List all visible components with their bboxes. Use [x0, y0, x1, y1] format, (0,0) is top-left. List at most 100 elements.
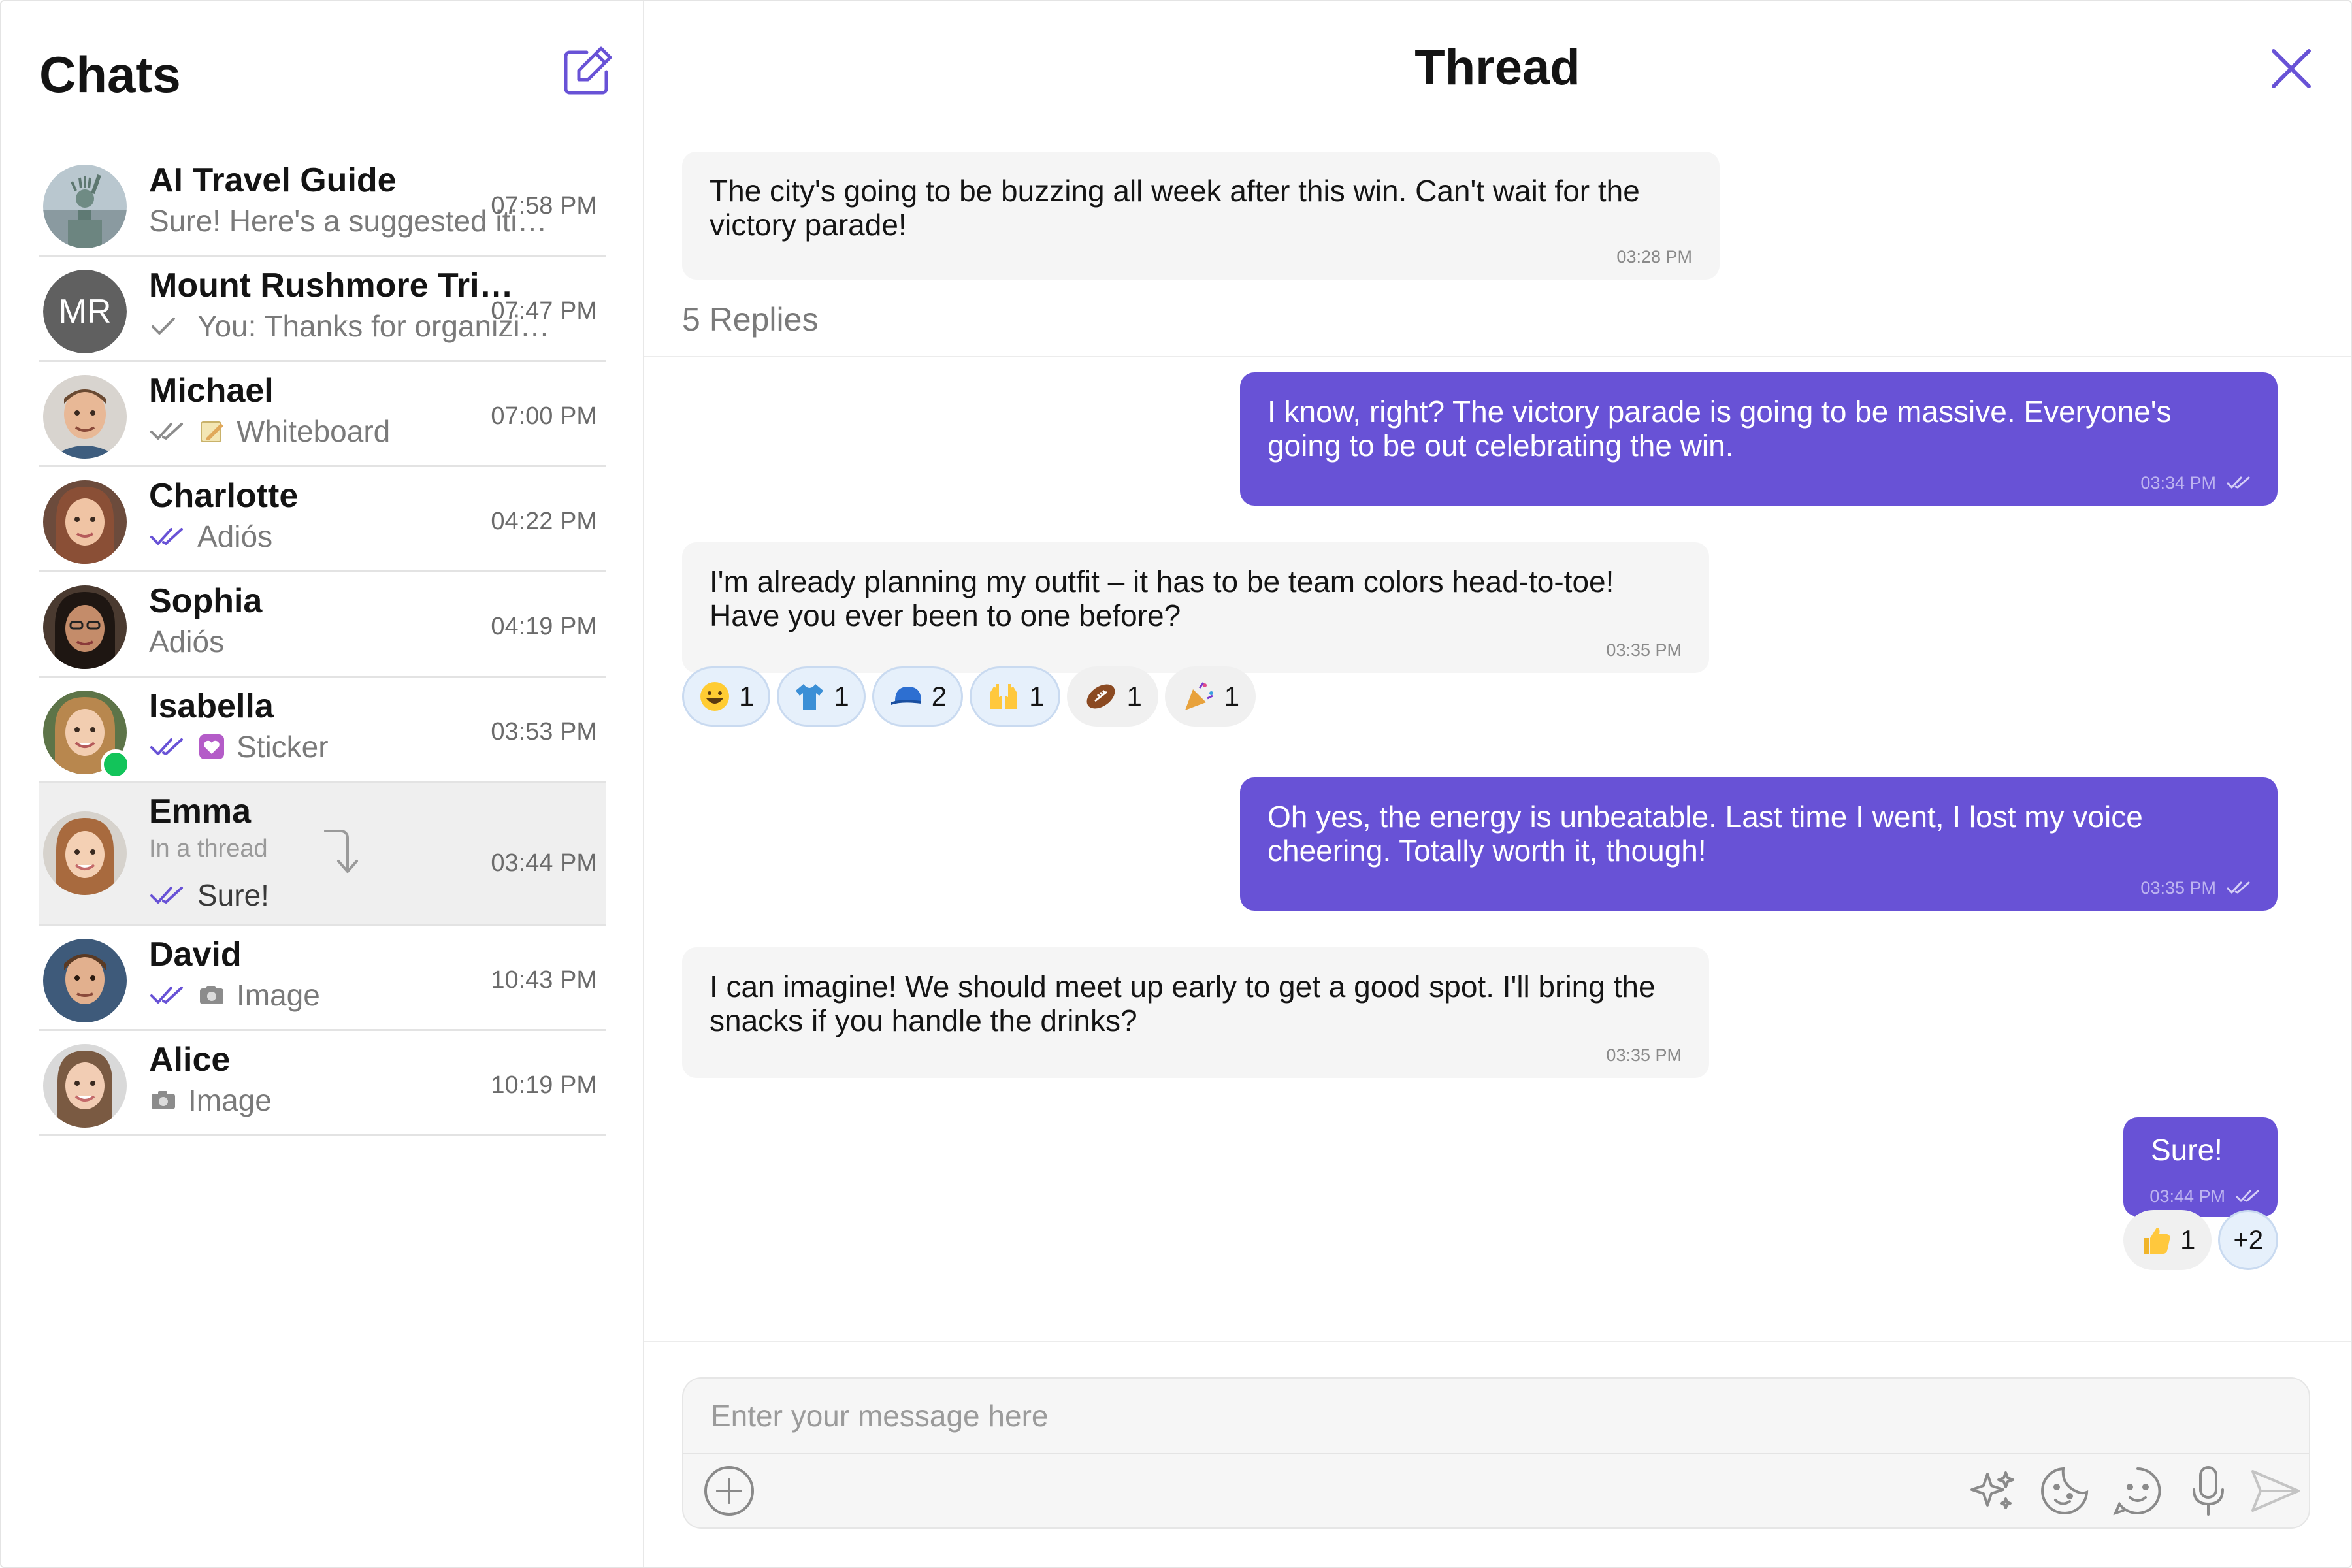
voice-record-button[interactable]: [2181, 1463, 2236, 1518]
message-time: 03:28 PM: [1616, 246, 1692, 268]
camera-icon: [152, 1091, 175, 1109]
raising-hands-emoji: [990, 684, 1018, 709]
reaction-bar: 1 1 2 1 1 1: [682, 666, 1256, 727]
chat-preview: Sure!: [149, 875, 554, 915]
thread-label: In a thread: [149, 835, 268, 862]
chat-item-michael[interactable]: Michael Whiteboard 07:00 PM: [39, 362, 606, 467]
message-text: Oh yes, the energy is unbeatable. Last t…: [1267, 800, 2143, 868]
message-time: 03:35 PM: [1606, 639, 1682, 661]
chat-time: 04:22 PM: [491, 508, 597, 535]
message-time: 03:35 PM: [2140, 877, 2250, 899]
ai-sparkle-icon[interactable]: [1965, 1463, 2020, 1518]
edit-square-icon[interactable]: [561, 43, 615, 98]
chat-item-isabella[interactable]: Isabella Sticker 03:53 PM: [39, 678, 606, 783]
american-football-emoji: [1086, 684, 1115, 709]
reaction-t-shirt[interactable]: 1: [777, 666, 866, 727]
message-time: 03:34 PM: [2140, 472, 2250, 494]
incoming-message: I can imagine! We should meet up early t…: [682, 947, 1709, 1078]
chat-name: Alice: [149, 1041, 231, 1079]
chat-list: AI Travel Guide Sure! Here's a suggested…: [39, 152, 606, 1136]
reaction-count: 1: [2180, 1224, 2196, 1255]
read-check-icon: [150, 887, 183, 904]
chat-preview-text: Adiós: [149, 625, 225, 659]
chat-item-mount-rushmore[interactable]: MR Mount Rushmore Trip Planning Group Yo…: [39, 257, 606, 362]
reaction-count: 1: [834, 681, 849, 711]
sticker-icon[interactable]: [2037, 1463, 2092, 1518]
avatar: [43, 165, 127, 248]
message-text: The city's going to be buzzing all week …: [710, 174, 1640, 242]
message-time: 03:35 PM: [1606, 1044, 1682, 1066]
chat-item-ai-travel-guide[interactable]: AI Travel Guide Sure! Here's a suggested…: [39, 152, 606, 257]
thread-title: Thread: [1414, 40, 1580, 95]
close-icon[interactable]: [2270, 47, 2313, 90]
close-button[interactable]: [2270, 47, 2313, 90]
reaction-count: 1: [739, 681, 755, 711]
camera-icon: [200, 986, 223, 1004]
reaction-thumbs-up[interactable]: 1: [2123, 1210, 2212, 1270]
add-attachment-icon[interactable]: [702, 1463, 757, 1518]
chat-name: Michael: [149, 372, 274, 410]
avatar: [43, 1044, 127, 1128]
reaction-count: 1: [1224, 681, 1240, 711]
parent-message: The city's going to be buzzing all week …: [682, 152, 1720, 280]
chat-item-david[interactable]: David Image 10:43 PM: [39, 926, 606, 1031]
avatar: [43, 480, 127, 564]
message-time: 03:44 PM: [2149, 1185, 2259, 1207]
read-check-icon: [2227, 881, 2250, 894]
microphone-icon[interactable]: [2181, 1463, 2236, 1518]
chat-item-sophia[interactable]: Sophia Adiós 04:19 PM: [39, 572, 606, 678]
message-text: I know, right? The victory parade is goi…: [1267, 395, 2172, 463]
chat-item-emma[interactable]: Emma In a thread Sure! 03:44 PM: [39, 783, 606, 926]
reaction-american-football[interactable]: 1: [1067, 666, 1158, 727]
compose-button[interactable]: [561, 43, 615, 98]
replies-count: 5 Replies: [682, 301, 819, 338]
add-attachment-button[interactable]: [702, 1463, 757, 1518]
ai-assist-button[interactable]: [1965, 1463, 2020, 1518]
sticker-button[interactable]: [2037, 1463, 2092, 1518]
emoji-button[interactable]: [2110, 1463, 2165, 1518]
reaction-count: 1: [1126, 681, 1142, 711]
reaction-party-popper[interactable]: 1: [1164, 666, 1256, 727]
reaction-grinning-face[interactable]: 1: [682, 666, 771, 727]
avatar: [43, 375, 127, 459]
chat-preview-text: Image: [188, 1083, 272, 1117]
send-button[interactable]: [2247, 1463, 2302, 1518]
chat-name: Charlotte: [149, 477, 299, 515]
reaction-raising-hands[interactable]: 1: [970, 666, 1061, 727]
chat-time: 07:00 PM: [491, 402, 597, 430]
chat-item-charlotte[interactable]: Charlotte Adiós 04:22 PM: [39, 467, 606, 572]
chat-time: 04:19 PM: [491, 613, 597, 640]
sent-check-icon: [152, 318, 175, 335]
message-time-text: 03:28 PM: [1616, 247, 1692, 267]
delivered-check-icon: [150, 423, 183, 440]
chat-name: Mount Rushmore Trip Planning Group: [149, 267, 521, 304]
message-input[interactable]: [683, 1379, 2309, 1454]
thumbs-up-emoji: [2144, 1228, 2170, 1254]
avatar: [43, 939, 127, 1022]
chat-time: 10:43 PM: [491, 966, 597, 994]
chat-sidebar: Chats AI Travel Guide Sure! Here's a sug…: [1, 1, 644, 1567]
chat-name: AI Travel Guide: [149, 161, 397, 199]
chat-item-alice[interactable]: Alice Image 10:19 PM: [39, 1031, 606, 1136]
chat-preview-text: Image: [237, 978, 320, 1012]
send-icon[interactable]: [2247, 1463, 2302, 1518]
thread-panel: Thread The city's going to be buzzing al…: [644, 1, 2351, 1567]
more-reactions-button[interactable]: +2: [2218, 1210, 2279, 1270]
message-time-text: 03:35 PM: [1606, 640, 1682, 660]
outgoing-message: I know, right? The victory parade is goi…: [1240, 372, 2278, 506]
read-check-icon: [2236, 1190, 2259, 1203]
reaction-billed-cap[interactable]: 2: [872, 666, 964, 727]
chat-preview-text: Sure!: [197, 878, 269, 912]
chat-name: Isabella: [149, 687, 274, 725]
reaction-count: 2: [931, 681, 947, 711]
emoji-icon[interactable]: [2110, 1463, 2165, 1518]
message-time-text: 03:35 PM: [1606, 1045, 1682, 1065]
message-text: Sure!: [2151, 1133, 2223, 1167]
read-check-icon: [150, 528, 183, 545]
avatar-initials: MR: [43, 270, 127, 353]
billed-cap-emoji: [890, 687, 921, 705]
reaction-bar: 1 +2: [2123, 1210, 2279, 1270]
party-popper-emoji: [1184, 682, 1213, 710]
chat-time: 07:58 PM: [491, 192, 597, 220]
whiteboard-icon: [201, 421, 223, 442]
